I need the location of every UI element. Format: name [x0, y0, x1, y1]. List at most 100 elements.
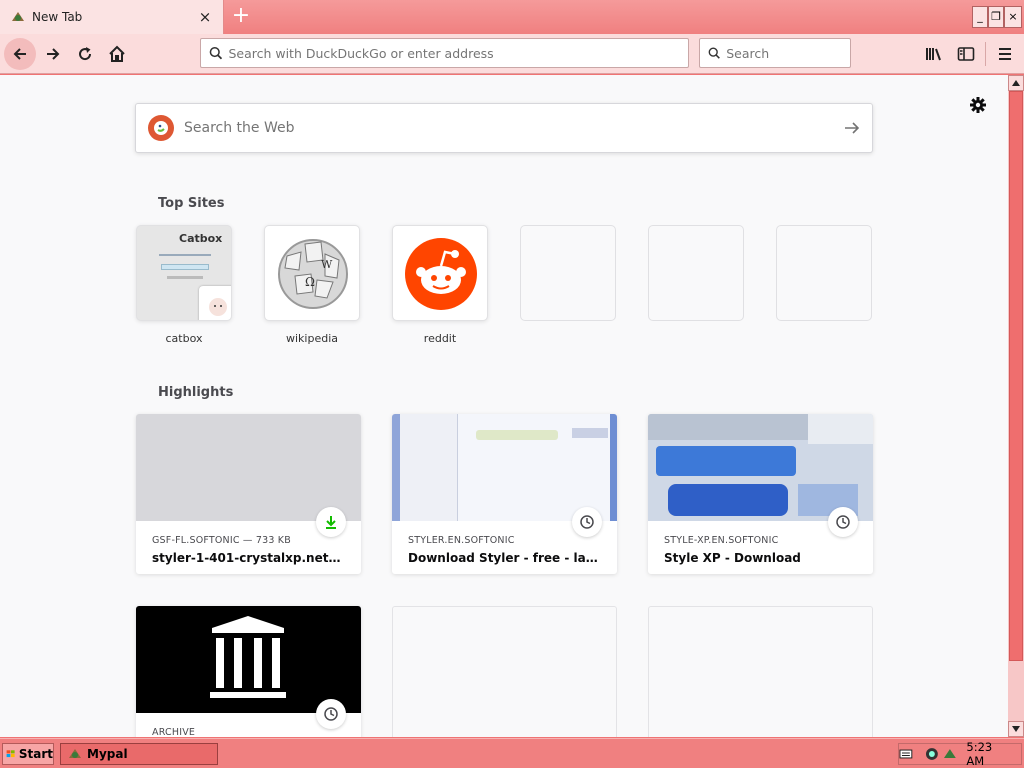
clock-icon — [324, 707, 338, 721]
mypal-icon — [12, 12, 24, 21]
close-tab-icon[interactable]: × — [197, 9, 213, 25]
top-site-empty[interactable] — [776, 225, 872, 332]
taskbar-item-mypal[interactable]: Mypal — [60, 743, 218, 765]
scroll-thumb[interactable] — [1009, 91, 1023, 661]
address-bar[interactable] — [200, 38, 689, 68]
top-site-empty[interactable] — [520, 225, 616, 332]
history-badge — [572, 507, 602, 537]
tab-title: New Tab — [32, 10, 83, 24]
highlight-card[interactable]: GSF-FL.SOFTONIC — 733 KB styler-1-401-cr… — [136, 414, 361, 574]
home-icon — [109, 45, 125, 62]
wikipedia-globe-icon: Ω W — [278, 239, 348, 309]
top-site-placeholder[interactable] — [648, 225, 744, 321]
top-site-label: catbox — [165, 332, 203, 345]
highlight-host: ARCHIVE — [152, 727, 196, 737]
top-site-label: reddit — [423, 332, 457, 345]
start-label: Start — [18, 747, 53, 761]
tab-new-tab[interactable]: New Tab × — [0, 0, 224, 34]
svg-text:Ω: Ω — [305, 275, 315, 289]
scroll-up-button[interactable] — [1008, 75, 1024, 91]
tray-app-icon[interactable] — [925, 747, 939, 761]
highlight-placeholder — [392, 606, 617, 737]
history-badge — [316, 699, 346, 729]
sidebar-button[interactable] — [950, 38, 982, 70]
library-button[interactable] — [918, 38, 950, 70]
scroll-down-button[interactable] — [1008, 721, 1024, 737]
highlight-host: STYLE-XP.EN.SOFTONIC — [664, 535, 779, 546]
address-input[interactable] — [228, 45, 688, 61]
keyboard-icon[interactable] — [899, 748, 913, 760]
search-input[interactable] — [726, 45, 850, 61]
reload-icon — [79, 47, 92, 61]
highlight-thumbnail — [136, 414, 361, 521]
highlight-thumbnail — [392, 414, 617, 521]
web-search-input[interactable] — [184, 120, 832, 136]
nav-toolbar — [0, 34, 1024, 74]
highlight-title: Style XP - Download — [664, 551, 801, 565]
search-icon — [209, 46, 223, 60]
reload-button[interactable] — [69, 38, 101, 70]
back-button[interactable] — [4, 38, 36, 70]
mypal-tray-icon[interactable] — [943, 747, 957, 761]
vertical-scrollbar[interactable] — [1008, 75, 1024, 737]
highlight-thumbnail — [136, 606, 361, 713]
newtab-page: Top Sites Catbox catbox Ω W wikipedia — [0, 75, 1008, 737]
clock: 5:23 AM — [966, 740, 993, 768]
forward-button[interactable] — [37, 38, 69, 70]
taskbar-item-label: Mypal — [87, 747, 128, 761]
arrow-right-icon — [845, 122, 860, 134]
top-site-tile[interactable] — [392, 225, 488, 321]
back-arrow-icon — [13, 48, 26, 60]
highlight-title: styler-1-401-crystalxp.net-en-5... — [152, 551, 345, 565]
restore-button[interactable]: ❐ — [988, 6, 1004, 28]
catbox-favicon — [199, 286, 231, 320]
home-button[interactable] — [101, 38, 133, 70]
top-site-tile[interactable]: Ω W — [264, 225, 360, 321]
reddit-icon — [405, 238, 477, 310]
sidebar-icon — [957, 47, 975, 61]
forward-arrow-icon — [47, 48, 60, 60]
cat-icon — [209, 298, 227, 316]
highlight-title: Download Styler - free - latest v... — [408, 551, 601, 565]
clock-icon — [580, 515, 594, 529]
start-button[interactable]: Start — [2, 743, 54, 765]
history-badge — [828, 507, 858, 537]
top-site-reddit[interactable]: reddit — [392, 225, 488, 345]
archive-building-icon — [210, 616, 286, 698]
highlight-thumbnail — [648, 414, 873, 521]
menu-button[interactable] — [989, 38, 1021, 70]
top-site-wikipedia[interactable]: Ω W wikipedia — [264, 225, 360, 345]
gear-icon[interactable] — [968, 95, 988, 115]
top-site-placeholder[interactable] — [776, 225, 872, 321]
top-site-catbox[interactable]: Catbox catbox — [136, 225, 232, 345]
top-site-placeholder[interactable] — [520, 225, 616, 321]
svg-text:W: W — [321, 258, 333, 271]
mypal-icon — [69, 749, 81, 758]
new-tab-button[interactable]: + — [228, 4, 254, 30]
close-window-button[interactable]: × — [1004, 6, 1022, 28]
search-submit-button[interactable] — [832, 108, 872, 148]
search-bar[interactable] — [699, 38, 851, 68]
highlight-card[interactable]: STYLE-XP.EN.SOFTONIC Style XP - Download — [648, 414, 873, 574]
web-search-box[interactable] — [135, 103, 873, 153]
highlight-placeholder — [648, 606, 873, 737]
download-badge — [316, 507, 346, 537]
scroll-up-icon — [1012, 80, 1020, 86]
highlight-card[interactable]: STYLER.EN.SOFTONIC Download Styler - fre… — [392, 414, 617, 574]
tab-strip: New Tab × + _ ❐ × — [0, 0, 1024, 34]
taskbar: Start Mypal 5:23 AM — [0, 738, 1024, 768]
library-icon — [926, 48, 941, 61]
minimize-button[interactable]: _ — [972, 6, 988, 28]
windows-logo-icon — [6, 750, 15, 758]
search-icon — [708, 47, 720, 59]
highlight-card[interactable]: ARCHIVE — [136, 606, 361, 737]
top-site-tile[interactable]: Catbox — [136, 225, 232, 321]
highlights-heading: Highlights — [158, 385, 234, 400]
system-tray: 5:23 AM — [898, 740, 1022, 768]
download-icon — [326, 516, 336, 529]
top-sites-heading: Top Sites — [158, 196, 225, 211]
scroll-down-icon — [1012, 726, 1020, 732]
hamburger-icon — [999, 48, 1011, 60]
top-site-label: wikipedia — [285, 332, 338, 345]
top-site-empty[interactable] — [648, 225, 744, 332]
